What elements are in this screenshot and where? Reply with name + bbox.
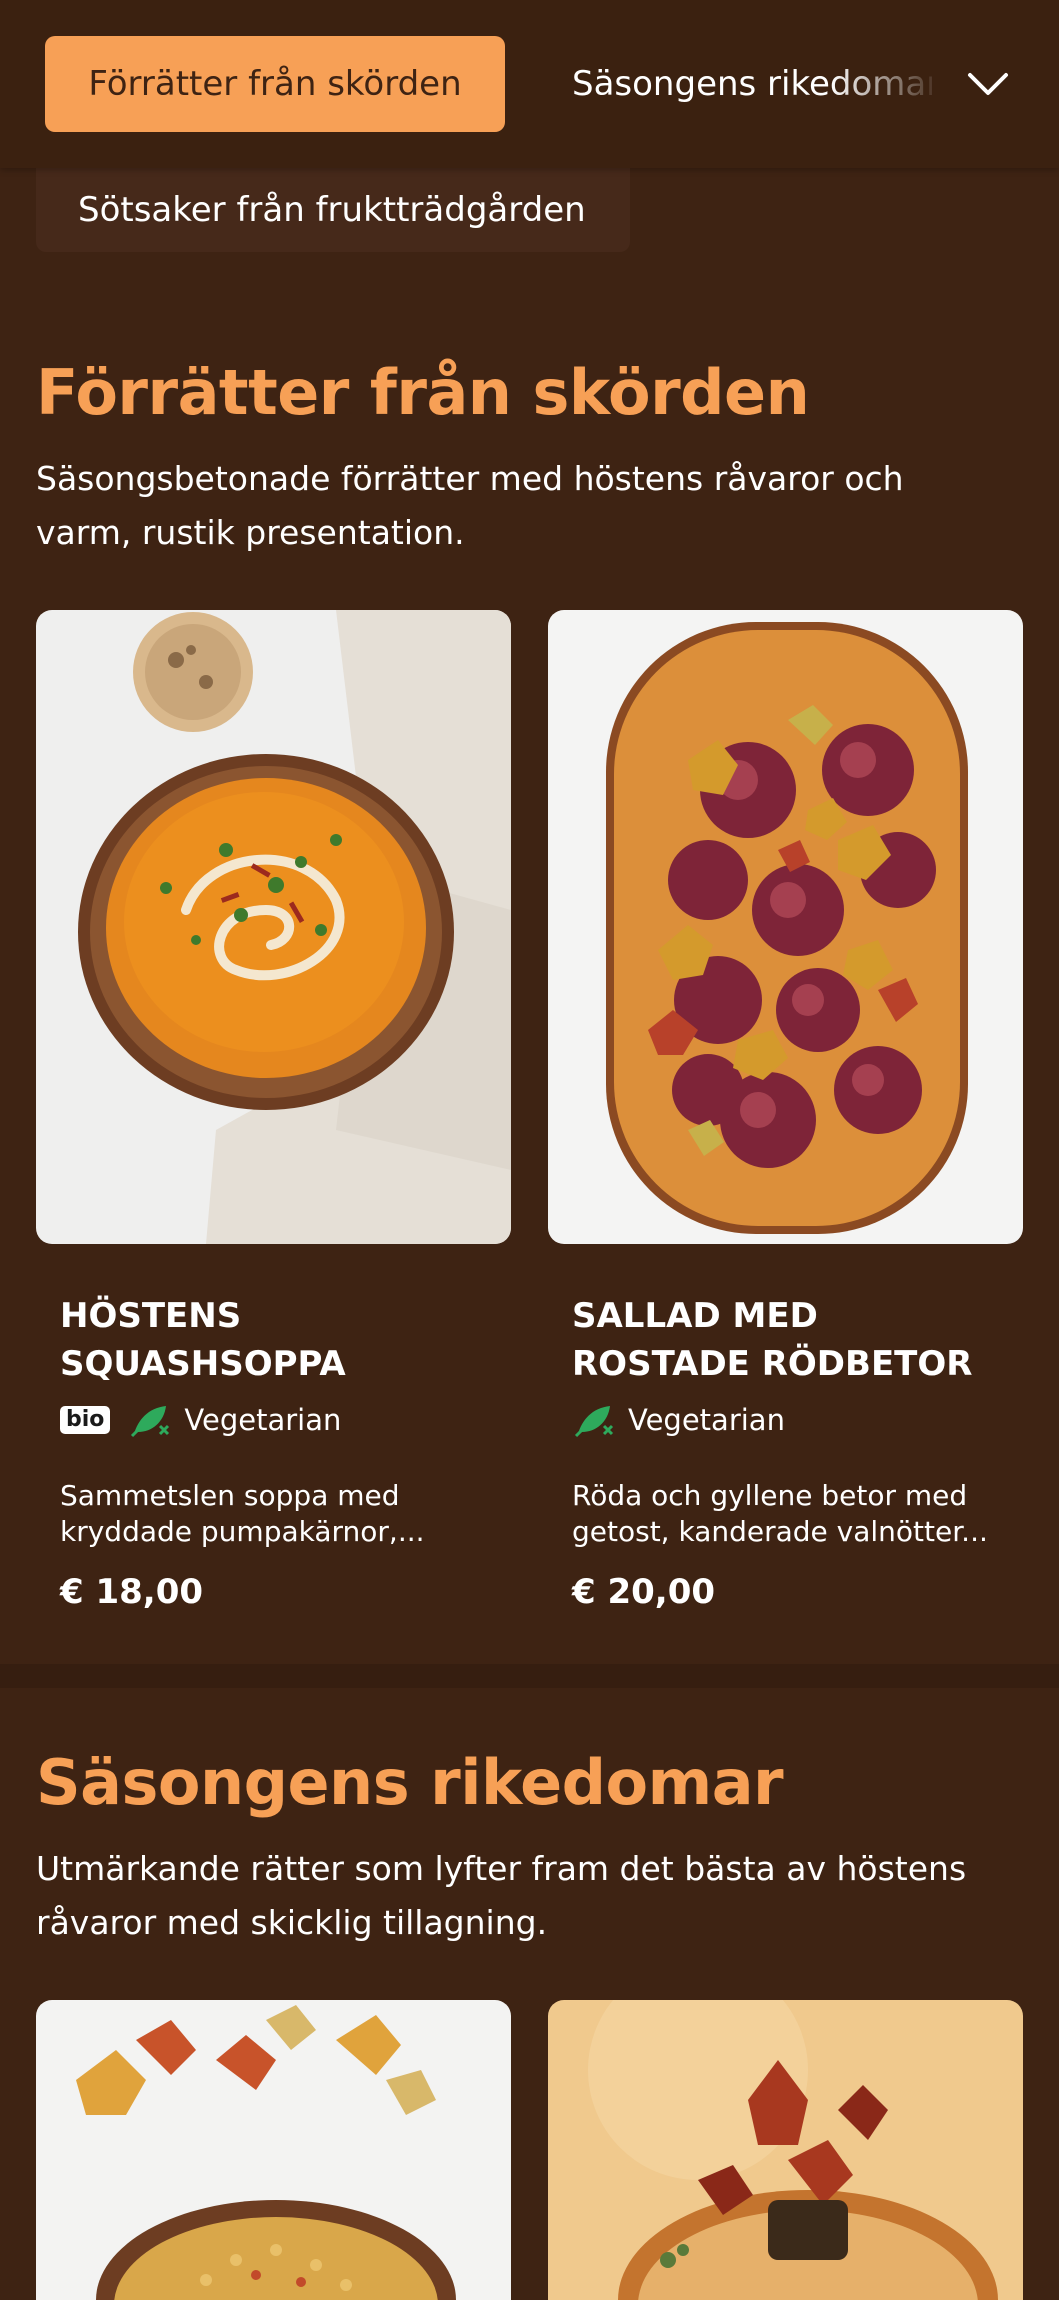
- section-title-sasongens: Säsongens rikedomar: [36, 1746, 784, 1819]
- vegetarian-leaf-icon: [574, 1406, 614, 1438]
- tab-forratter[interactable]: Förrätter från skörden: [45, 36, 505, 132]
- risotto-image: [36, 2000, 511, 2300]
- bio-badge: bio: [60, 1406, 111, 1434]
- autumn-dish-image: [548, 2000, 1023, 2300]
- diet-label: Vegetarian: [628, 1403, 785, 1437]
- menu-item-card[interactable]: SALLAD MED ROSTADE RÖDBETOR Vegetarian R…: [548, 610, 1023, 1612]
- menu-item-description: Sammetslen soppa med kryddade pumpakärno…: [60, 1479, 425, 1548]
- menu-item-card[interactable]: HÖSTENS SQUASHSOPPA bio Vegetarian Samme…: [36, 610, 511, 1612]
- diet-label: Vegetarian: [184, 1403, 342, 1437]
- section-divider: [0, 1664, 1059, 1688]
- tab-sotsaker[interactable]: Sötsaker från fruktträdgården: [36, 168, 630, 252]
- menu-item-description: Röda och gyllene betor med getost, kande…: [572, 1479, 988, 1548]
- menu-item-tags: Vegetarian: [572, 1402, 999, 1438]
- section-description-forratter: Säsongsbetonade förrätter med höstens rå…: [36, 459, 904, 552]
- menu-item-card[interactable]: [36, 2000, 511, 2300]
- vegetarian-leaf-icon: [131, 1406, 170, 1438]
- beet-salad-image: [548, 610, 1023, 1244]
- menu-item-price: € 18,00: [60, 1572, 204, 1612]
- chevron-down-icon[interactable]: [962, 58, 1014, 110]
- tab-sasongens-label: Säsongens rikedomar: [572, 64, 932, 104]
- menu-item-name: HÖSTENS SQUASHSOPPA: [60, 1296, 346, 1384]
- squash-soup-image: [36, 610, 511, 1244]
- menu-item-name: SALLAD MED ROSTADE RÖDBETOR: [572, 1296, 973, 1384]
- menu-item-price: € 20,00: [572, 1572, 716, 1612]
- menu-item-tags: bio Vegetarian: [60, 1402, 487, 1438]
- section-description-sasongens: Utmärkande rätter som lyfter fram det bä…: [36, 1849, 967, 1942]
- menu-item-card[interactable]: [548, 2000, 1023, 2300]
- category-nav: Förrätter från skörden Säsongens rikedom…: [0, 0, 1059, 168]
- tab-sasongens-rikedomar[interactable]: Säsongens rikedomar: [572, 36, 932, 132]
- section-title-forratter: Förrätter från skörden: [36, 356, 810, 429]
